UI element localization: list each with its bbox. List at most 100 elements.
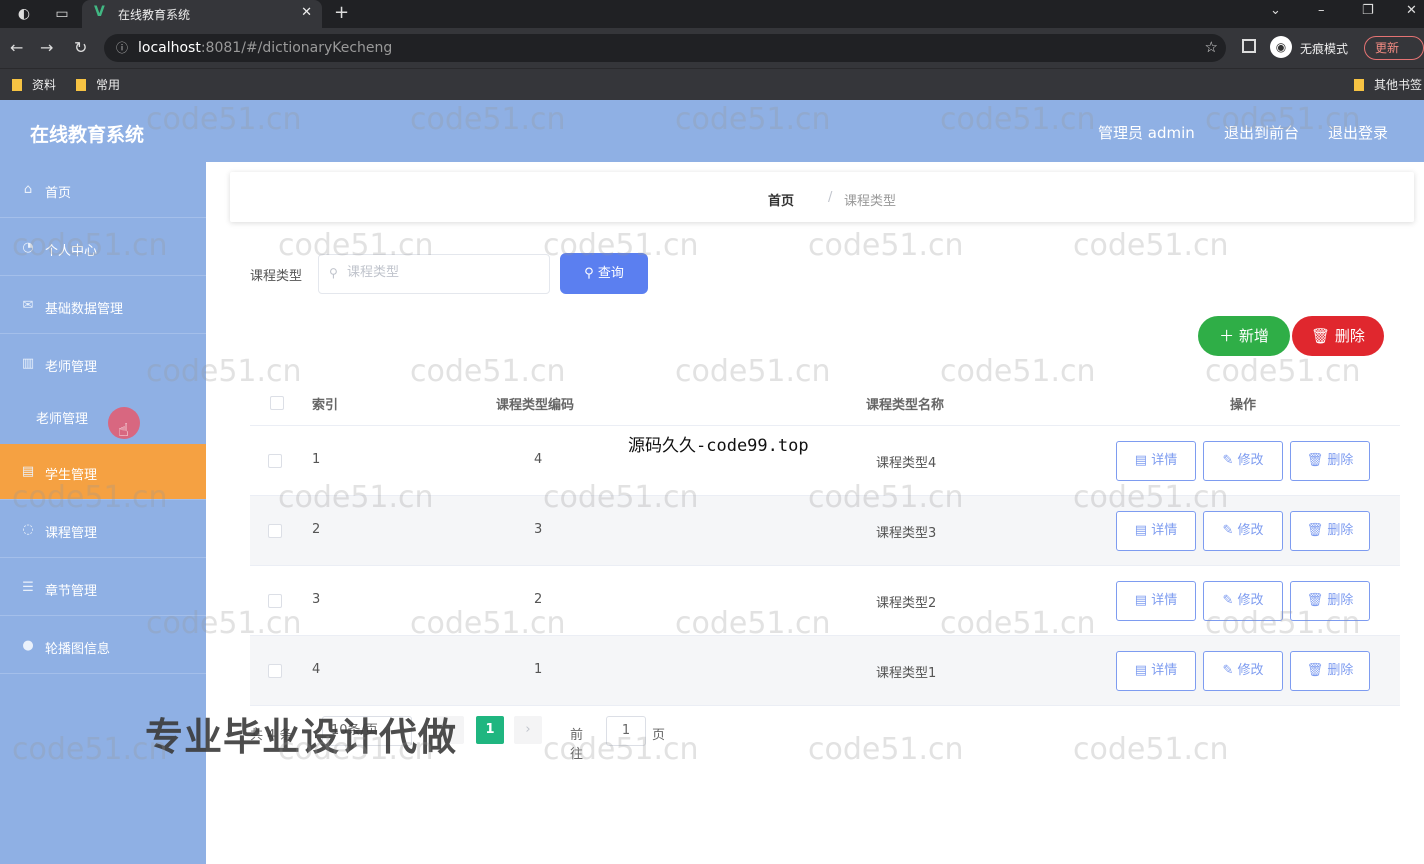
back-to-front-link[interactable]: 退出到前台	[1224, 122, 1299, 143]
restore-icon[interactable]: ❐	[1362, 3, 1374, 18]
browser-menu-icon[interactable]: ◐	[14, 4, 34, 24]
page-suffix: 页	[652, 728, 666, 743]
chart-icon: ▥	[21, 356, 35, 371]
app-title: 在线教育系统	[30, 124, 145, 146]
table-row: 4 1 课程类型1 ▤ 详情 ✎ 修改 🗑 删除	[250, 636, 1400, 706]
bookmark-star-icon[interactable]: ☆	[1205, 38, 1218, 56]
cell-index: 1	[312, 452, 321, 467]
delete-row-button[interactable]: 🗑 删除	[1290, 441, 1370, 481]
app-header: 在线教育系统 管理员 admin 退出到前台 退出登录	[0, 100, 1424, 162]
edit-button[interactable]: ✎ 修改	[1203, 511, 1283, 551]
sidebar-item-label: 课程管理	[45, 526, 98, 541]
tab-title: 在线教育系统	[118, 8, 191, 22]
search-field[interactable]: ⚲	[318, 254, 550, 294]
detail-button[interactable]: ▤ 详情	[1116, 441, 1196, 481]
query-button-label: 查询	[597, 266, 624, 281]
browser-tabbar: ◐ ▭ V 在线教育系统 ✕ + ⌄ – ❐ ✕	[0, 0, 1424, 28]
page-number-active[interactable]: 1	[476, 716, 504, 744]
code99-overlay-text: 源码久久-code99.top	[628, 436, 809, 456]
list-icon: ☰	[22, 580, 34, 595]
sidebar-item-teacher[interactable]: ▥ 老师管理	[0, 336, 206, 392]
window-icon[interactable]: ▭	[52, 4, 72, 24]
update-button[interactable]: 更新	[1364, 36, 1424, 60]
header-index: 索引	[312, 398, 339, 413]
home-icon: ⌂	[23, 182, 33, 197]
detail-button[interactable]: ▤ 详情	[1116, 581, 1196, 621]
edit-button[interactable]: ✎ 修改	[1203, 651, 1283, 691]
row-checkbox[interactable]	[268, 524, 282, 538]
cell-name: 课程类型2	[876, 596, 937, 611]
delete-row-button[interactable]: 🗑 删除	[1290, 581, 1370, 621]
edit-icon: ✎	[1222, 523, 1238, 538]
delete-row-button[interactable]: 🗑 删除	[1290, 651, 1370, 691]
image-icon: ●	[22, 638, 34, 653]
header-code: 课程类型编码	[496, 398, 575, 413]
detail-button[interactable]: ▤ 详情	[1116, 511, 1196, 551]
bookmark-folder-ziliao[interactable]: 资料	[12, 76, 56, 93]
row-checkbox[interactable]	[268, 594, 282, 608]
bookmark-folder-changyong[interactable]: 常用	[76, 76, 120, 93]
search-input[interactable]	[347, 265, 537, 280]
goto-page-input[interactable]: 1	[606, 716, 646, 746]
new-tab-icon[interactable]: +	[334, 2, 349, 23]
row-checkbox[interactable]	[268, 454, 282, 468]
url-text: localhost:8081/#/dictionaryKecheng	[138, 40, 393, 56]
sidebar-item-student[interactable]: ▤ 学生管理	[0, 444, 206, 500]
submenu-item-label: 老师管理	[36, 412, 89, 427]
cell-code: 4	[534, 452, 543, 467]
breadcrumb-home[interactable]: 首页	[768, 190, 794, 209]
reload-icon[interactable]: ↻	[74, 38, 87, 57]
bookmark-folder-other[interactable]: 其他书签	[1354, 76, 1422, 93]
sidebar-item-label: 学生管理	[45, 468, 98, 483]
tab-close-icon[interactable]: ✕	[301, 5, 312, 20]
cell-name: 课程类型4	[876, 456, 937, 471]
search-icon: ⚲	[584, 266, 598, 281]
user-icon: ◔	[22, 240, 34, 255]
incognito-icon[interactable]: ◉	[1270, 36, 1292, 58]
close-window-icon[interactable]: ✕	[1406, 3, 1417, 18]
sidebar-item-label: 基础数据管理	[45, 302, 124, 317]
back-icon[interactable]: ←	[10, 38, 23, 57]
cell-index: 3	[312, 592, 321, 607]
add-button[interactable]: ＋ 新增	[1198, 316, 1290, 356]
vue-logo-icon: V	[94, 4, 105, 20]
sidebar-item-home[interactable]: ⌂ 首页	[0, 162, 206, 218]
add-button-label: 新增	[1238, 327, 1269, 345]
edit-button[interactable]: ✎ 修改	[1203, 441, 1283, 481]
side-panel-icon[interactable]	[1242, 39, 1256, 53]
sidebar-item-profile[interactable]: ◔ 个人中心	[0, 220, 206, 276]
sidebar-item-chapter[interactable]: ☰ 章节管理	[0, 560, 206, 616]
hand-cursor-icon: ☝	[118, 420, 129, 441]
cell-code: 2	[534, 592, 543, 607]
course-icon: ◌	[22, 522, 34, 537]
edit-button[interactable]: ✎ 修改	[1203, 581, 1283, 621]
select-all-checkbox[interactable]	[270, 396, 284, 410]
sidebar-item-basic-data[interactable]: ✉ 基础数据管理	[0, 278, 206, 334]
detail-button[interactable]: ▤ 详情	[1116, 651, 1196, 691]
site-info-icon[interactable]: ⓘ	[116, 39, 128, 56]
forward-icon[interactable]: →	[40, 38, 53, 57]
sidebar-item-carousel[interactable]: ● 轮播图信息	[0, 618, 206, 674]
document-icon: ▤	[1134, 453, 1152, 468]
browser-toolbar: ← → ↻ ⓘ localhost:8081/#/dictionaryKeche…	[0, 28, 1424, 68]
trash-icon: 🗑	[1306, 663, 1328, 678]
next-page-button[interactable]: ›	[514, 716, 542, 744]
batch-delete-button[interactable]: 🗑 删除	[1292, 316, 1384, 356]
browser-tab[interactable]: V 在线教育系统 ✕	[82, 0, 322, 28]
delete-row-button[interactable]: 🗑 删除	[1290, 511, 1370, 551]
sidebar-item-course[interactable]: ◌ 课程管理	[0, 502, 206, 558]
bookmarks-bar: 资料 常用 其他书签	[0, 68, 1424, 100]
header-ops: 操作	[1230, 398, 1257, 413]
logout-link[interactable]: 退出登录	[1328, 122, 1388, 143]
query-button[interactable]: ⚲ 查询	[560, 253, 648, 294]
tab-search-icon[interactable]: ⌄	[1270, 3, 1281, 18]
sidebar-item-label: 个人中心	[45, 244, 98, 259]
cell-index: 2	[312, 522, 321, 537]
minimize-icon[interactable]: –	[1318, 3, 1325, 18]
row-checkbox[interactable]	[268, 664, 282, 678]
header-name: 课程类型名称	[866, 398, 945, 413]
course-type-table: 索引 课程类型编码 课程类型名称 操作 1 4 课程类型4 ▤ 详情 ✎ 修改 …	[250, 378, 1400, 706]
cell-code: 3	[534, 522, 543, 537]
submenu-item-teacher[interactable]: 老师管理	[0, 390, 206, 444]
address-bar[interactable]: ⓘ localhost:8081/#/dictionaryKecheng ☆	[104, 34, 1226, 62]
